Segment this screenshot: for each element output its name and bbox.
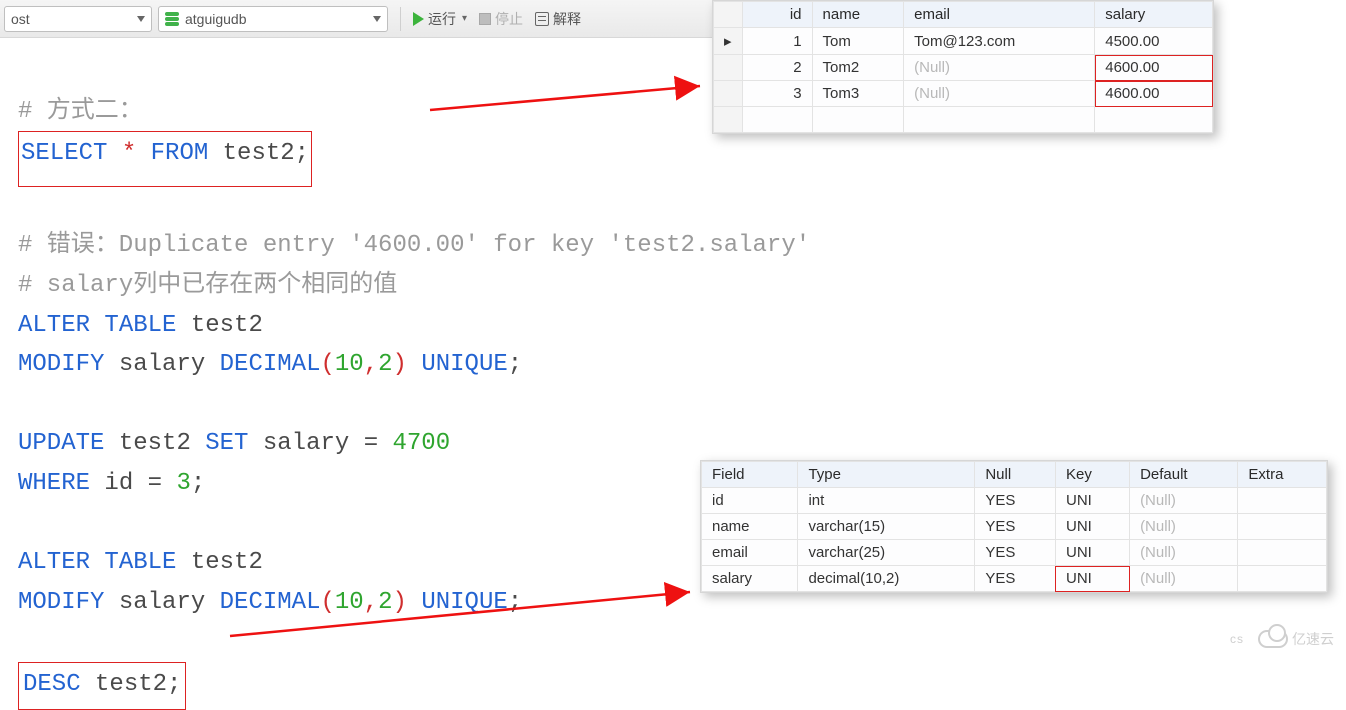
cell-default: (Null) — [1130, 540, 1238, 566]
col-null[interactable]: Null — [975, 462, 1056, 488]
code-comment: # salary列中已存在两个相同的值 — [18, 272, 397, 299]
cell-extra — [1238, 514, 1327, 540]
col-default[interactable]: Default — [1130, 462, 1238, 488]
code-line: UPDATE test2 SET salary = 4700 — [18, 430, 450, 457]
code-comment: # 错误：Duplicate entry '4600.00' for key '… — [18, 232, 810, 259]
cell-salary: 4600.00 — [1095, 81, 1213, 107]
table-row[interactable]: name varchar(15) YES UNI (Null) — [702, 514, 1327, 540]
cell-name: Tom2 — [812, 55, 904, 81]
table-row-empty — [714, 107, 1213, 133]
database-icon — [165, 12, 179, 26]
table-row[interactable]: 3 Tom3 (Null) 4600.00 — [714, 81, 1213, 107]
cell-null: YES — [975, 514, 1056, 540]
explain-button[interactable]: 解释 — [535, 9, 581, 29]
cell-key: UNI — [1055, 566, 1129, 592]
cell-null: YES — [975, 540, 1056, 566]
run-button[interactable]: 运行 ▾ — [413, 9, 467, 29]
result-grid-2: Field Type Null Key Default Extra id int… — [700, 460, 1328, 593]
database-value: atguigudb — [185, 11, 369, 27]
gutter-header — [714, 2, 743, 28]
cell-null: YES — [975, 566, 1056, 592]
cell-id: 2 — [742, 55, 812, 81]
watermark-cs: cs — [1230, 632, 1244, 646]
cell-name: Tom — [812, 28, 904, 55]
cell-null: YES — [975, 488, 1056, 514]
cell-id: 1 — [742, 28, 812, 55]
code-line: ALTER TABLE test2 — [18, 549, 263, 576]
watermark: cs 亿速云 — [1230, 629, 1334, 649]
col-field[interactable]: Field — [702, 462, 798, 488]
table-row[interactable]: salary decimal(10,2) YES UNI (Null) — [702, 566, 1327, 592]
cell-field: email — [702, 540, 798, 566]
row-gutter — [714, 55, 743, 81]
cell-email: Tom@123.com — [904, 28, 1095, 55]
cell-key: UNI — [1055, 540, 1129, 566]
row-gutter — [714, 81, 743, 107]
table-header-row: id name email salary — [714, 2, 1213, 28]
cell-email: (Null) — [904, 81, 1095, 107]
cell-id: 3 — [742, 81, 812, 107]
table-row[interactable]: ▸ 1 Tom Tom@123.com 4500.00 — [714, 28, 1213, 55]
result-table-1[interactable]: id name email salary ▸ 1 Tom Tom@123.com… — [713, 1, 1213, 133]
cell-key: UNI — [1055, 488, 1129, 514]
table-header-row: Field Type Null Key Default Extra — [702, 462, 1327, 488]
cloud-icon — [1258, 630, 1288, 648]
cell-type: decimal(10,2) — [798, 566, 975, 592]
col-salary[interactable]: salary — [1095, 2, 1213, 28]
code-line: WHERE id = 3; — [18, 470, 205, 497]
col-extra[interactable]: Extra — [1238, 462, 1327, 488]
cell-field: salary — [702, 566, 798, 592]
col-id[interactable]: id — [742, 2, 812, 28]
code-line: ALTER TABLE test2 — [18, 312, 263, 339]
cell-key: UNI — [1055, 514, 1129, 540]
cell-type: varchar(15) — [798, 514, 975, 540]
cell-name: Tom3 — [812, 81, 904, 107]
highlighted-query-1: SELECT * FROM test2; — [18, 131, 312, 187]
explain-label: 解释 — [553, 9, 581, 29]
cell-default: (Null) — [1130, 566, 1238, 592]
play-icon — [413, 12, 424, 26]
cell-extra — [1238, 540, 1327, 566]
chevron-down-icon — [373, 16, 381, 22]
database-select[interactable]: atguigudb — [158, 6, 388, 32]
col-email[interactable]: email — [904, 2, 1095, 28]
host-value: ost — [11, 11, 30, 27]
cell-field: name — [702, 514, 798, 540]
code-comment: # 方式二： — [18, 98, 143, 125]
host-select[interactable]: ost — [4, 6, 152, 32]
cell-extra — [1238, 488, 1327, 514]
explain-icon — [535, 12, 549, 26]
cell-default: (Null) — [1130, 488, 1238, 514]
run-label: 运行 — [428, 9, 456, 29]
sql-editor[interactable]: # 方式二： SELECT * FROM test2; # 错误：Duplica… — [18, 52, 810, 710]
cell-extra — [1238, 566, 1327, 592]
result-grid-1: id name email salary ▸ 1 Tom Tom@123.com… — [712, 0, 1214, 134]
col-key[interactable]: Key — [1055, 462, 1129, 488]
code-line: MODIFY salary DECIMAL(10,2) UNIQUE; — [18, 351, 522, 378]
stop-button[interactable]: 停止 — [479, 9, 523, 29]
cell-field: id — [702, 488, 798, 514]
cell-salary: 4500.00 — [1095, 28, 1213, 55]
cell-type: varchar(25) — [798, 540, 975, 566]
table-row[interactable]: 2 Tom2 (Null) 4600.00 — [714, 55, 1213, 81]
code-line: MODIFY salary DECIMAL(10,2) UNIQUE; — [18, 589, 522, 616]
col-name[interactable]: name — [812, 2, 904, 28]
table-row[interactable]: id int YES UNI (Null) — [702, 488, 1327, 514]
row-gutter: ▸ — [714, 28, 743, 55]
watermark-brand: 亿速云 — [1292, 629, 1334, 649]
table-row[interactable]: email varchar(25) YES UNI (Null) — [702, 540, 1327, 566]
stop-icon — [479, 13, 491, 25]
chevron-down-icon — [137, 16, 145, 22]
separator — [400, 7, 401, 31]
cell-salary: 4600.00 — [1095, 55, 1213, 81]
cell-type: int — [798, 488, 975, 514]
highlighted-query-2: DESC test2; — [18, 662, 186, 710]
toolbar: ost atguigudb 运行 ▾ 停止 解释 — [0, 0, 712, 38]
cell-default: (Null) — [1130, 514, 1238, 540]
cell-email: (Null) — [904, 55, 1095, 81]
col-type[interactable]: Type — [798, 462, 975, 488]
result-table-2[interactable]: Field Type Null Key Default Extra id int… — [701, 461, 1327, 592]
stop-label: 停止 — [495, 9, 523, 29]
